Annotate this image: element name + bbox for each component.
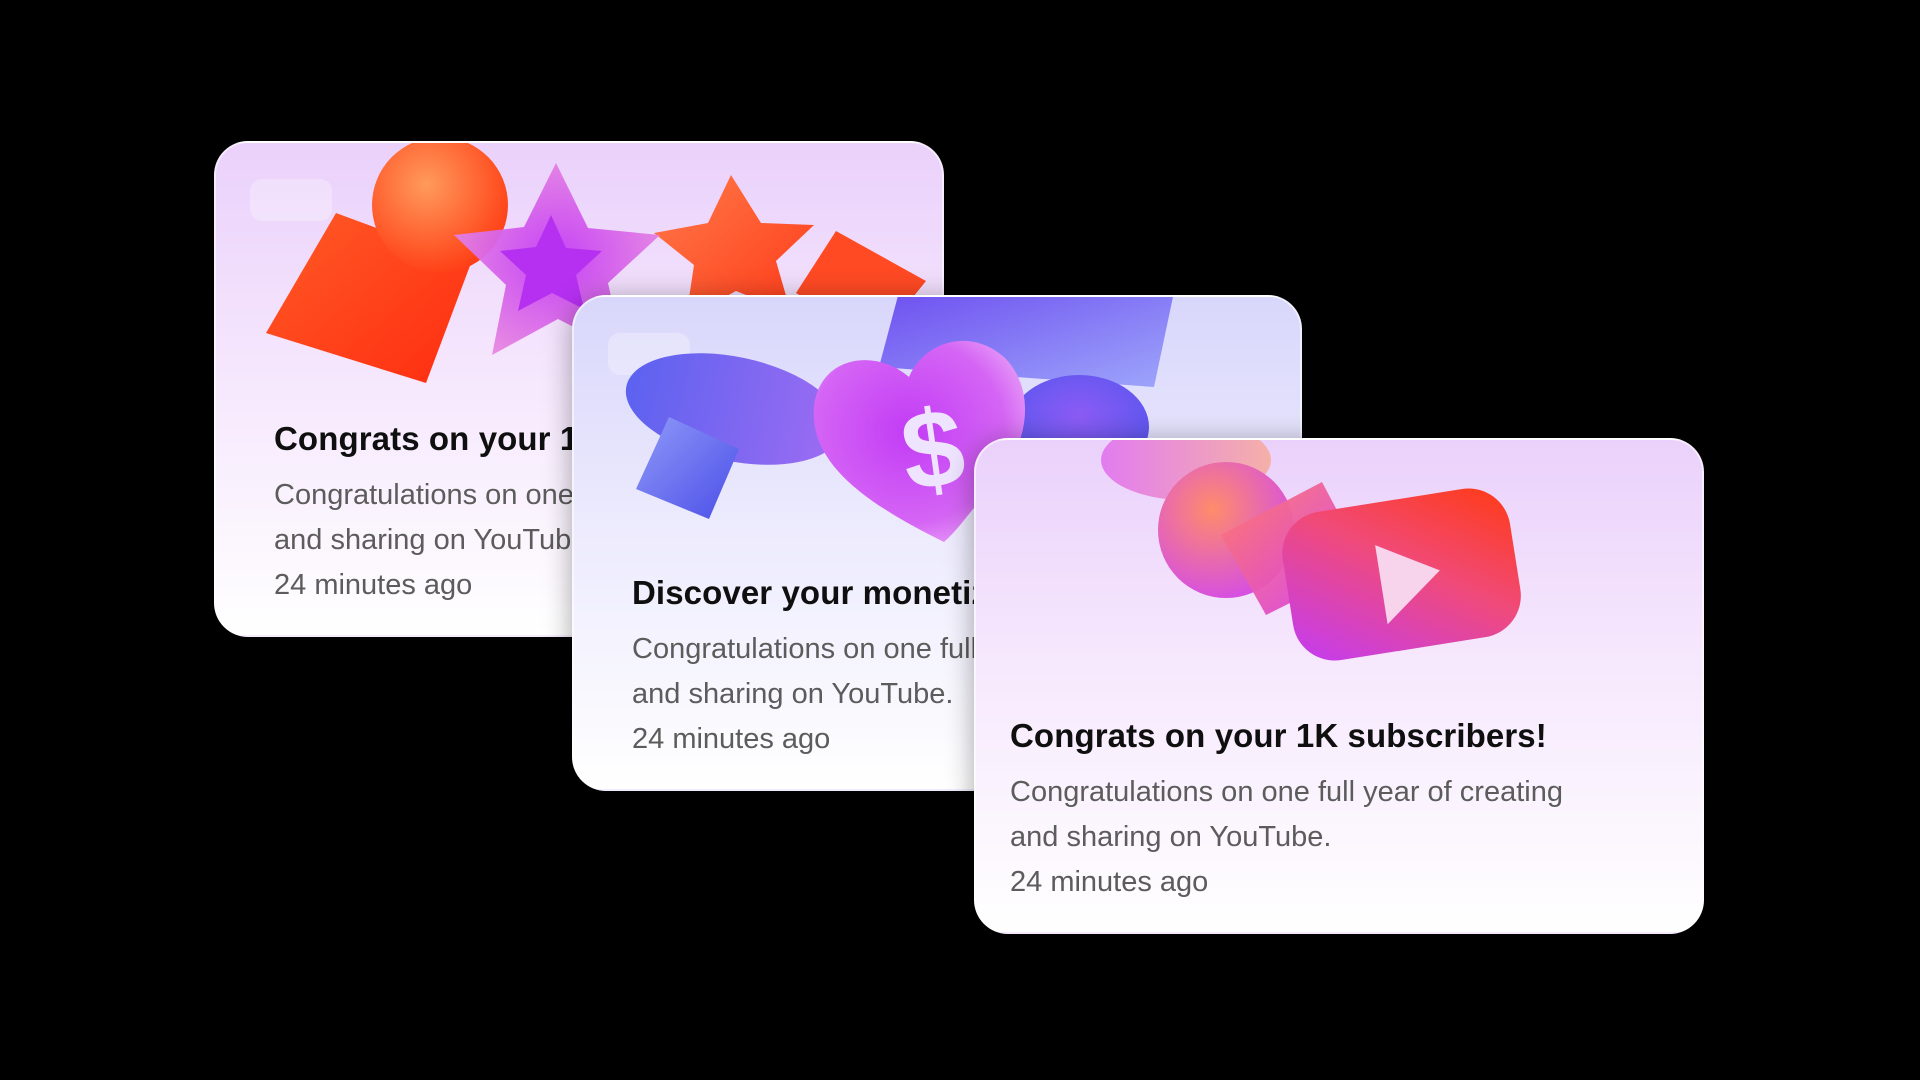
card-body: Congratulations on one full year of crea… bbox=[1010, 775, 1563, 853]
card-title: Congrats on your 1K subscribers! bbox=[1010, 717, 1547, 754]
notification-card-youtube[interactable]: Congrats on your 1K subscribers! Congrat… bbox=[974, 438, 1704, 934]
youtube-play-icon bbox=[1101, 440, 1521, 661]
card-timestamp: 24 minutes ago bbox=[1010, 865, 1209, 898]
